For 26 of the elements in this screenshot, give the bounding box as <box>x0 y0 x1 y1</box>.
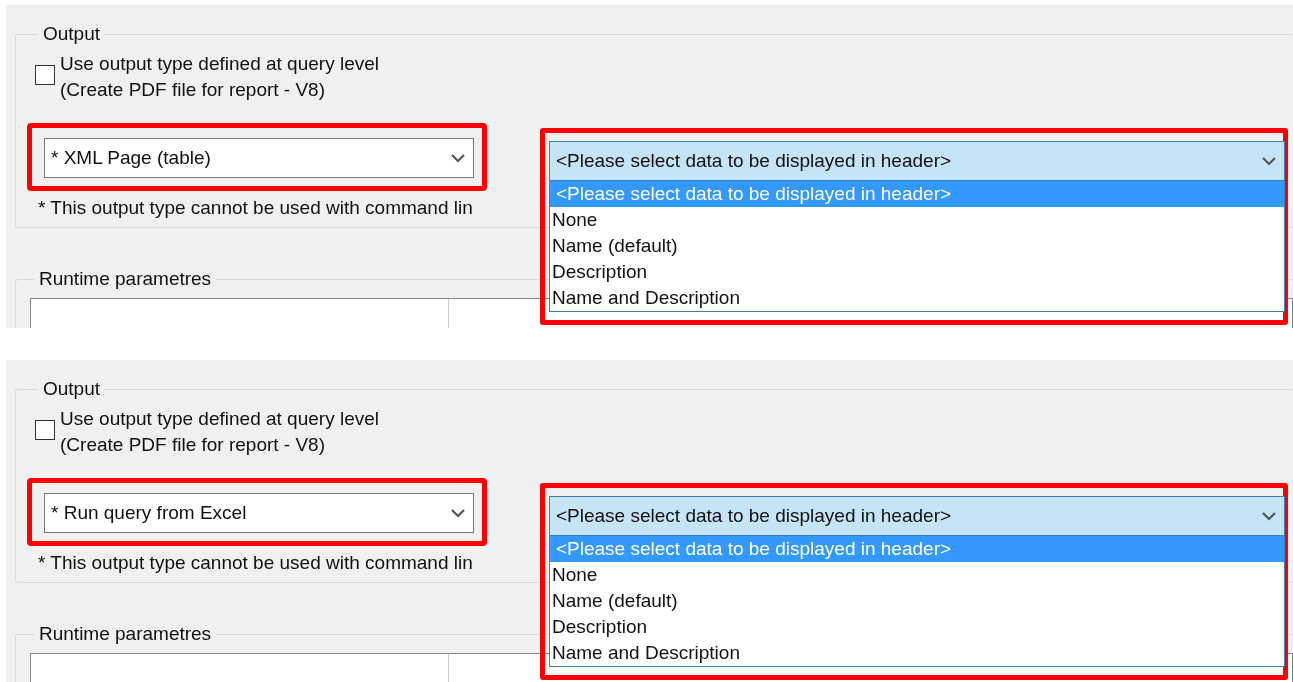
output-type-dropdown[interactable]: * Run query from Excel <box>44 493 474 533</box>
caret-icon <box>451 508 465 518</box>
note-text: * This output type cannot be used with command lin <box>38 197 473 219</box>
caret-icon <box>1262 511 1276 521</box>
caret-icon <box>1262 156 1276 166</box>
dropdown-option[interactable]: Name and Description <box>550 285 1284 311</box>
group-title: Output <box>42 378 102 400</box>
header-data-dropdown[interactable]: <Please select data to be displayed in header> <box>549 141 1285 181</box>
dropdown-option[interactable]: Name (default) <box>550 233 1284 259</box>
group-title: Runtime parametres <box>38 268 213 290</box>
group-title: Runtime parametres <box>38 623 213 645</box>
checkbox[interactable] <box>35 65 55 85</box>
checkbox-label: Use output type defined at query level (Create PDF file for report - V8) <box>60 407 379 457</box>
dropdown-option[interactable]: None <box>550 562 1284 588</box>
dropdown-option[interactable]: Description <box>550 614 1284 640</box>
note-text: * This output type cannot be used with command lin <box>38 552 473 574</box>
output-type-dropdown[interactable]: * XML Page (table) <box>44 138 474 178</box>
dropdown-option[interactable]: None <box>550 207 1284 233</box>
header-data-dropdown[interactable]: <Please select data to be displayed in header> <box>549 496 1285 536</box>
checkbox[interactable] <box>35 420 55 440</box>
dropdown-option[interactable]: Name and Description <box>550 640 1284 666</box>
checkbox-label: Use output type defined at query level (Create PDF file for report - V8) <box>60 52 379 102</box>
dropdown-option[interactable]: Description <box>550 259 1284 285</box>
caret-icon <box>451 153 465 163</box>
dropdown-option[interactable]: Name (default) <box>550 588 1284 614</box>
group-title: Output <box>42 23 102 45</box>
